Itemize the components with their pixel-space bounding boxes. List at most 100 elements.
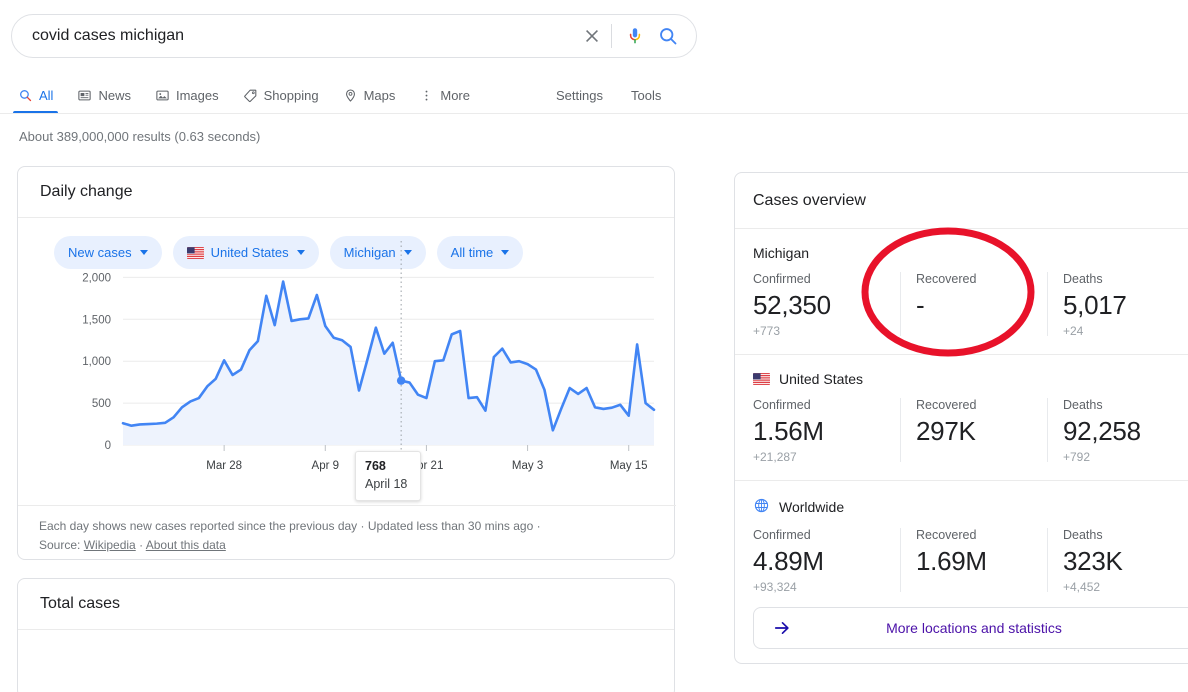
stat-confirmed-value: 4.89M — [753, 544, 892, 578]
chart-svg: 05001,0001,5002,000Mar 28Apr 9Apr 21May … — [18, 233, 676, 493]
region-worldwide: Worldwide Confirmed 4.89M +93,324 Recove… — [735, 480, 1188, 610]
cases-overview-card: Cases overview Michigan Confirmed 52,350… — [734, 172, 1188, 664]
region-worldwide-name: Worldwide — [753, 497, 1188, 517]
region-united-states-stats: Confirmed 1.56M +21,287 Recovered 297K D… — [753, 396, 1188, 466]
tab-maps-label: Maps — [364, 88, 396, 103]
settings-button[interactable]: Settings — [556, 88, 603, 103]
region-worldwide-stats: Confirmed 4.89M +93,324 Recovered 1.69M … — [753, 526, 1188, 596]
stat-deaths-label: Deaths — [1063, 270, 1186, 288]
globe-icon — [753, 497, 770, 517]
source-prefix: Source: — [39, 538, 80, 552]
tab-more[interactable]: More — [419, 78, 482, 113]
svg-text:2,000: 2,000 — [82, 272, 111, 284]
tab-images[interactable]: Images — [155, 78, 231, 113]
tab-more-label: More — [440, 88, 470, 103]
us-flag-icon — [753, 373, 770, 385]
stat-deaths: Deaths 323K +4,452 — [1047, 526, 1188, 596]
footnote-separator: · — [139, 538, 143, 552]
stat-deaths: Deaths 5,017 +24 — [1047, 270, 1188, 340]
daily-change-card: Daily change New cases — [17, 166, 675, 560]
svg-text:May 15: May 15 — [610, 460, 648, 472]
chart-footnote-line1: Each day shows new cases reported since … — [39, 517, 676, 536]
tab-news-label: News — [98, 88, 131, 103]
search-nav: All News — [0, 78, 1188, 114]
tab-maps[interactable]: Maps — [343, 78, 408, 113]
search-input[interactable] — [12, 25, 577, 47]
stat-recovered-value: 1.69M — [916, 544, 1039, 578]
stat-confirmed-label: Confirmed — [753, 396, 892, 414]
svg-text:0: 0 — [105, 440, 111, 452]
daily-change-chart[interactable]: 05001,0001,5002,000Mar 28Apr 9Apr 21May … — [18, 233, 676, 493]
region-united-states: United States Confirmed 1.56M +21,287 Re… — [735, 354, 1188, 480]
tooltip-date: April 18 — [365, 475, 411, 493]
svg-text:Apr 9: Apr 9 — [312, 460, 340, 472]
tag-icon — [243, 88, 258, 103]
stat-recovered-value: - — [916, 288, 1039, 322]
stat-deaths-value: 323K — [1063, 544, 1186, 578]
news-icon — [77, 88, 92, 103]
region-michigan: Michigan Confirmed 52,350 +773 Recovered… — [735, 229, 1188, 354]
stat-recovered-value: 297K — [916, 414, 1039, 448]
search-divider — [611, 24, 612, 48]
tab-all[interactable]: All — [18, 78, 65, 113]
stat-confirmed: Confirmed 4.89M +93,324 — [753, 526, 900, 596]
stat-confirmed-value: 52,350 — [753, 288, 892, 322]
stat-deaths-label: Deaths — [1063, 396, 1186, 414]
svg-text:500: 500 — [92, 398, 111, 410]
stat-confirmed: Confirmed 52,350 +773 — [753, 270, 900, 340]
stat-recovered: Recovered 1.69M — [900, 526, 1047, 596]
stat-confirmed-label: Confirmed — [753, 270, 892, 288]
stat-deaths: Deaths 92,258 +792 — [1047, 396, 1188, 466]
search-submit-icon[interactable] — [650, 14, 686, 58]
more-locations-button[interactable]: More locations and statistics — [753, 607, 1188, 649]
stat-confirmed-value: 1.56M — [753, 414, 892, 448]
stat-deaths-value: 92,258 — [1063, 414, 1186, 448]
stat-confirmed-label: Confirmed — [753, 526, 892, 544]
more-vertical-icon — [419, 88, 434, 103]
tools-button[interactable]: Tools — [631, 88, 661, 103]
close-icon[interactable] — [577, 14, 607, 58]
tab-shopping[interactable]: Shopping — [243, 78, 331, 113]
region-united-states-label: United States — [779, 371, 863, 387]
source-wikipedia-link[interactable]: Wikipedia — [84, 538, 136, 552]
image-icon — [155, 88, 170, 103]
stat-confirmed-delta: +93,324 — [753, 578, 892, 596]
nav-tab-list: All News — [0, 78, 494, 113]
stat-recovered: Recovered 297K — [900, 396, 1047, 466]
svg-text:1,500: 1,500 — [82, 314, 111, 326]
about-this-data-link[interactable]: About this data — [146, 538, 226, 552]
total-cases-title: Total cases — [18, 579, 674, 630]
svg-text:May 3: May 3 — [512, 460, 543, 472]
nav-right-actions: Settings Tools — [556, 78, 689, 113]
map-pin-icon — [343, 88, 358, 103]
search-icon — [18, 88, 33, 103]
total-cases-card: Total cases — [17, 578, 675, 692]
region-michigan-stats: Confirmed 52,350 +773 Recovered - Deaths… — [753, 270, 1188, 340]
stat-recovered-label: Recovered — [916, 270, 1039, 288]
microphone-icon[interactable] — [620, 14, 650, 58]
tab-shopping-label: Shopping — [264, 88, 319, 103]
cases-overview-title: Cases overview — [735, 173, 1188, 229]
stat-deaths-label: Deaths — [1063, 526, 1186, 544]
chart-source-line: Source: Wikipedia · About this data — [39, 536, 676, 555]
search-bar[interactable] — [11, 14, 697, 58]
tab-images-label: Images — [176, 88, 219, 103]
stat-confirmed: Confirmed 1.56M +21,287 — [753, 396, 900, 466]
stat-deaths-delta: +4,452 — [1063, 578, 1186, 596]
result-stats: About 389,000,000 results (0.63 seconds) — [19, 129, 260, 144]
arrow-right-icon — [754, 618, 810, 638]
stat-deaths-value: 5,017 — [1063, 288, 1186, 322]
tab-news[interactable]: News — [77, 78, 143, 113]
stat-recovered: Recovered - — [900, 270, 1047, 340]
more-locations-label: More locations and statistics — [810, 620, 1188, 636]
svg-text:Mar 28: Mar 28 — [206, 460, 242, 472]
stat-recovered-label: Recovered — [916, 396, 1039, 414]
daily-change-title: Daily change — [18, 167, 674, 218]
tooltip-value: 768 — [365, 458, 411, 475]
stat-confirmed-delta: +773 — [753, 322, 892, 340]
stat-deaths-delta: +24 — [1063, 322, 1186, 340]
region-michigan-label: Michigan — [753, 245, 809, 261]
nav-divider — [0, 113, 1188, 114]
region-worldwide-label: Worldwide — [779, 499, 844, 515]
tab-all-label: All — [39, 88, 53, 103]
